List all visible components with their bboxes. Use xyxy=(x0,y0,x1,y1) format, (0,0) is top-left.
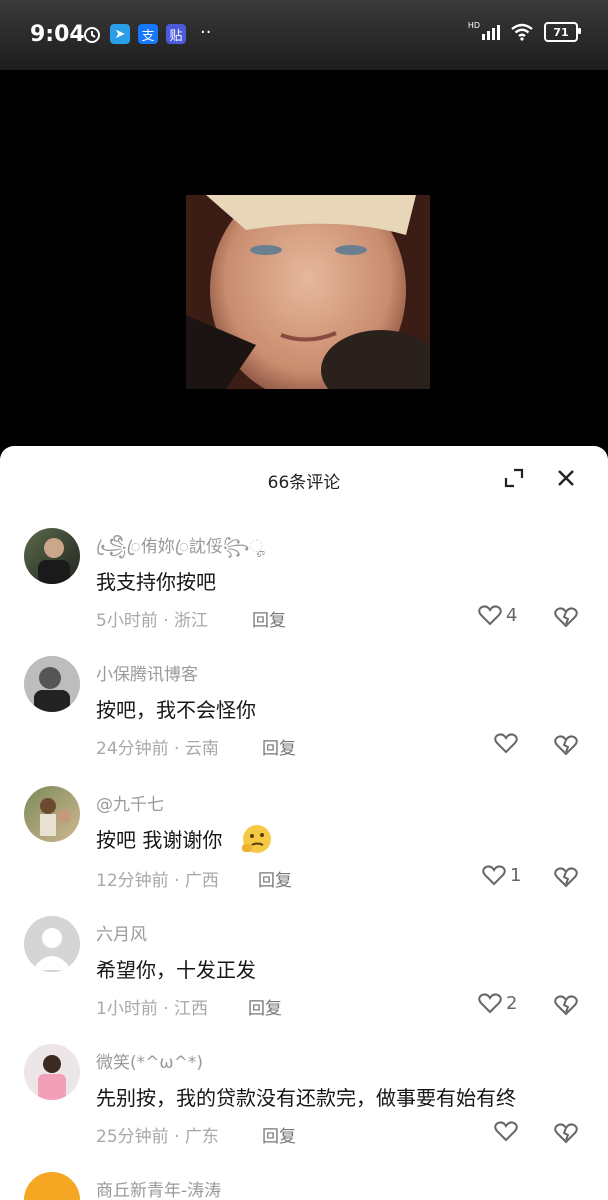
status-bar: 9:04 ➤ 支 贴 ·· HD 71 xyxy=(0,0,608,70)
comment-text: 我支持你按吧 xyxy=(96,570,216,594)
comment-text: 按吧，我不会怪你 xyxy=(96,698,256,722)
reply-button[interactable]: 回复 xyxy=(262,734,296,759)
telegram-icon: ➤ xyxy=(110,24,130,44)
reply-button[interactable]: 回复 xyxy=(248,994,282,1019)
status-right: HD 71 xyxy=(468,21,581,42)
like-button[interactable] xyxy=(494,732,522,754)
reply-button[interactable]: 回复 xyxy=(262,1122,296,1147)
comment-text: 希望你，十发正发 xyxy=(96,958,256,982)
reply-button[interactable]: 回复 xyxy=(258,866,292,891)
avatar[interactable] xyxy=(24,528,80,584)
like-button[interactable]: 4 xyxy=(478,604,517,626)
comment-text: 先别按，我的贷款没有还款完，做事要有始有终 xyxy=(96,1086,516,1110)
expand-icon[interactable] xyxy=(502,466,526,490)
like-count: 1 xyxy=(510,864,522,886)
heart-icon xyxy=(482,865,506,886)
alarm-icon xyxy=(84,27,100,43)
comment-text: 按吧 我谢谢你 xyxy=(96,828,223,852)
comment-meta: 24分钟前 · 云南 xyxy=(96,739,219,759)
thinking-emoji-icon xyxy=(242,825,271,853)
more-notifications-icon: ·· xyxy=(200,22,212,43)
avatar[interactable] xyxy=(24,786,80,842)
comment-meta: 12分钟前 · 广西 xyxy=(96,871,219,891)
close-icon[interactable] xyxy=(554,466,578,490)
comment-meta: 25分钟前 · 广东 xyxy=(96,1127,219,1147)
status-time: 9:04 xyxy=(30,22,85,47)
like-count: 4 xyxy=(506,604,518,626)
comment-username[interactable]: @九千七 xyxy=(96,790,164,815)
wifi-icon xyxy=(511,23,533,41)
heart-icon xyxy=(494,733,518,754)
dislike-icon[interactable] xyxy=(554,865,578,889)
comment-username[interactable]: ꧁ꦿꦼꦿ侑妳ꦿ訦俀꧂ೄ xyxy=(96,532,266,568)
avatar[interactable] xyxy=(24,1172,80,1200)
tieba-icon: 贴 xyxy=(166,24,186,44)
avatar[interactable] xyxy=(24,1044,80,1100)
dislike-icon[interactable] xyxy=(554,733,578,757)
comment-sheet: 66条评论 ꧁ꦿꦼꦿ侑妳ꦿ訦俀꧂ೄ 我支持你按吧 5小时前 · 浙江 回复 4 … xyxy=(0,446,608,1200)
dislike-icon[interactable] xyxy=(554,1121,578,1145)
comment-username[interactable]: 微笑(*^ω^*) xyxy=(96,1048,203,1073)
comment-username[interactable]: 小保腾讯博客 xyxy=(96,660,198,685)
dislike-icon[interactable] xyxy=(554,605,578,629)
comment-username[interactable]: 六月风 xyxy=(96,920,147,945)
comment-username[interactable]: 商丘新青年-涛涛 xyxy=(96,1176,221,1200)
like-button[interactable]: 1 xyxy=(482,864,521,886)
like-button[interactable]: 2 xyxy=(478,992,517,1014)
battery-icon: 71 xyxy=(544,22,581,42)
hd-signal-icon: HD xyxy=(468,21,500,40)
like-button[interactable] xyxy=(494,1120,522,1142)
heart-icon xyxy=(494,1121,518,1142)
avatar[interactable] xyxy=(24,916,80,972)
reply-button[interactable]: 回复 xyxy=(252,606,286,631)
heart-icon xyxy=(478,605,502,626)
like-count: 2 xyxy=(506,992,518,1014)
video-frame-image xyxy=(186,195,430,389)
comment-meta: 5小时前 · 浙江 xyxy=(96,611,209,631)
video-player[interactable] xyxy=(0,70,608,450)
avatar[interactable] xyxy=(24,656,80,712)
alipay-icon: 支 xyxy=(138,24,158,44)
heart-icon xyxy=(478,993,502,1014)
comment-meta: 1小时前 · 江西 xyxy=(96,999,209,1019)
dislike-icon[interactable] xyxy=(554,993,578,1017)
